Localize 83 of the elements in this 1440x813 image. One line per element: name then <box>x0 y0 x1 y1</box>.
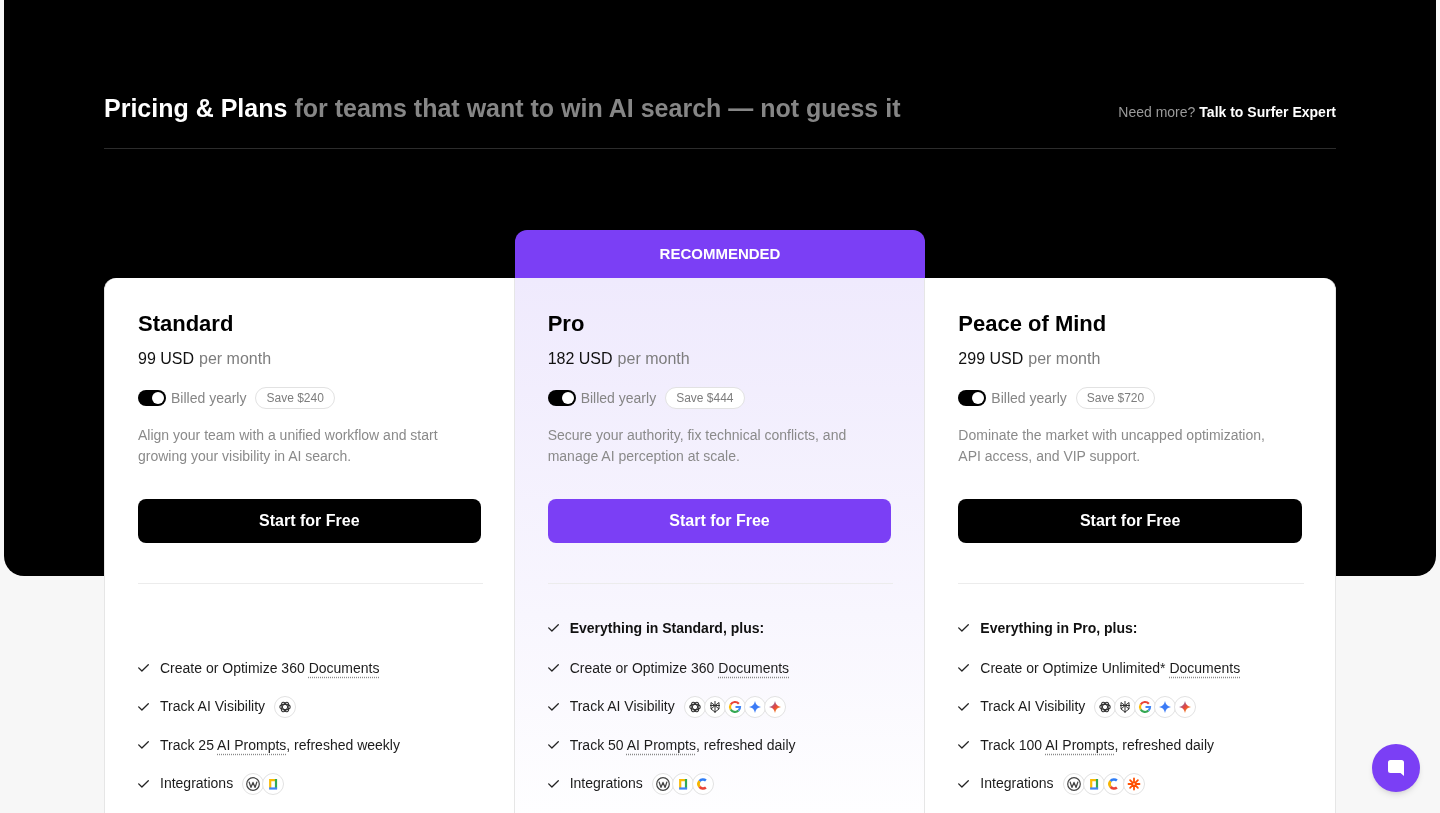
savings-badge: Save $720 <box>1075 387 1156 409</box>
check-icon <box>958 624 970 632</box>
glossary-term[interactable]: Documents <box>1169 659 1241 676</box>
g-logo-icon <box>723 695 746 718</box>
feature-text: Create or Optimize 360 Documents <box>569 658 790 678</box>
check-icon <box>958 664 970 672</box>
w-logo-icon <box>1062 772 1085 795</box>
document-logo-icon <box>671 772 694 795</box>
feature-heading: Everything in Standard, plus: <box>569 618 765 638</box>
glossary-term[interactable]: Documents <box>308 659 380 676</box>
plan-price: 99 USD <box>138 349 195 369</box>
check-icon <box>958 779 970 788</box>
plan-price: 182 USD <box>547 349 613 369</box>
price-period: per month <box>199 349 272 369</box>
lattice-logo-icon <box>703 695 726 718</box>
feature-text: Track 100 AI Prompts, refreshed daily <box>980 735 1215 755</box>
check-icon <box>547 624 559 632</box>
savings-badge: Save $444 <box>665 387 745 409</box>
w-logo-icon <box>651 772 674 795</box>
feature-text: Track 50 AI Prompts, refreshed daily <box>569 735 796 755</box>
billing-toggle[interactable] <box>547 390 576 406</box>
w-logo-icon <box>242 772 265 795</box>
chat-button[interactable] <box>1372 744 1420 792</box>
asterisk-icon <box>1122 772 1145 795</box>
feature-text: Integrations <box>980 774 1054 793</box>
start-button[interactable]: Start for Free <box>547 499 892 543</box>
document-logo-icon <box>1082 772 1105 795</box>
contact-prompt: Need more? <box>1118 103 1196 122</box>
start-button[interactable]: Start for Free <box>958 499 1302 543</box>
feature-text: Integrations <box>569 774 643 793</box>
toggle-label: Billed yearly <box>171 388 247 408</box>
lattice-logo-icon <box>1114 695 1137 718</box>
knot-logo-icon <box>683 695 706 718</box>
feature-text: Track 25 AI Prompts, refreshed weekly <box>160 735 400 755</box>
check-icon <box>138 702 149 711</box>
toggle-label: Billed yearly <box>991 388 1067 408</box>
check-icon <box>138 779 149 788</box>
c-logo-icon <box>691 772 714 795</box>
check-icon <box>547 664 559 672</box>
start-button[interactable]: Start for Free <box>138 499 481 543</box>
check-icon <box>138 741 149 749</box>
check-icon <box>138 664 149 672</box>
knot-logo-icon <box>274 695 297 718</box>
contact-link[interactable]: Talk to Surfer Expert <box>1199 102 1336 123</box>
page-title: Pricing & Plans <box>104 93 288 124</box>
savings-badge: Save $240 <box>255 387 335 409</box>
feature-text: Integrations <box>160 774 234 793</box>
price-period: per month <box>1028 349 1101 369</box>
g-logo-icon <box>1134 695 1157 718</box>
sparkle-icon <box>743 695 766 718</box>
gradient-sparkle-icon <box>1174 695 1197 718</box>
page-subtitle: for teams that want to win AI search — not guess it <box>294 93 901 124</box>
plan-name: Pro <box>547 310 586 338</box>
knot-logo-icon <box>1094 695 1117 718</box>
feature-text: Create or Optimize 360 Documents <box>160 658 380 678</box>
sparkle-icon <box>1154 695 1177 718</box>
price-period: per month <box>617 349 690 369</box>
feature-text: Create or Optimize Unlimited* Documents <box>980 658 1241 678</box>
check-icon <box>958 702 970 711</box>
c-logo-icon <box>1102 772 1125 795</box>
recommended-banner: RECOMMENDED <box>514 230 926 278</box>
feature-text: Track AI Visibility <box>980 697 1086 716</box>
check-icon <box>547 702 559 711</box>
plan-description: Secure your authority, fix technical conflicts, and manage AI perception at scale. <box>547 426 848 466</box>
plan-name: Standard <box>138 310 235 338</box>
feature-heading: Everything in Pro, plus: <box>980 618 1138 638</box>
toggle-label: Billed yearly <box>580 388 657 408</box>
check-icon <box>547 741 559 749</box>
feature-text: Track AI Visibility <box>160 697 266 716</box>
plan-description: Dominate the market with uncapped optimization, API access, and VIP support. <box>958 426 1266 466</box>
document-logo-icon <box>262 772 285 795</box>
billing-toggle[interactable] <box>138 390 166 406</box>
glossary-term[interactable]: AI Prompts <box>626 736 696 753</box>
glossary-term[interactable]: Documents <box>718 659 790 676</box>
billing-toggle[interactable] <box>958 390 987 406</box>
speech-bubble-icon <box>1386 758 1406 778</box>
check-icon <box>547 779 559 788</box>
plan-price: 299 USD <box>958 349 1024 369</box>
gradient-sparkle-icon <box>763 695 786 718</box>
feature-text: Track AI Visibility <box>569 697 675 716</box>
plan-name: Peace of Mind <box>958 310 1108 338</box>
plan-description: Align your team with a unified workflow and start growing your visibility in AI search. <box>138 426 439 466</box>
check-icon <box>958 741 970 749</box>
